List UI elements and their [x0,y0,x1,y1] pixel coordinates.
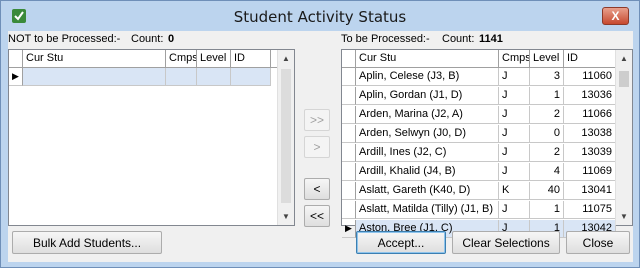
dialog-window: Student Activity Status X NOT to be Proc… [0,0,640,268]
not-processed-count-label: Count: [131,33,164,45]
table-row-empty[interactable]: ▶ [9,68,271,86]
row-indicator[interactable] [342,106,356,124]
cell-cmps[interactable]: K [499,182,530,200]
cell-level[interactable]: 1 [530,201,564,219]
to-process-grid-header: Cur Stu Cmps Level ID [342,50,632,68]
column-header-cmps[interactable]: Cmps [499,50,530,68]
column-header-cur-stu[interactable]: Cur Stu [356,50,499,68]
cell-level[interactable]: 2 [530,106,564,124]
cell-id[interactable]: 11069 [564,163,616,181]
scroll-up-icon[interactable]: ▲ [278,50,294,67]
row-indicator[interactable] [342,182,356,200]
not-processed-label: NOT to be Processed:- [8,33,121,45]
to-process-count-label: Count: [442,33,475,45]
scroll-track[interactable] [281,69,291,203]
cell-id[interactable]: 13039 [564,144,616,162]
window-title: Student Activity Status [233,8,407,26]
cell-level[interactable]: 3 [530,68,564,86]
table-row[interactable]: Aplin, Celese (J3, B) J 3 11060 [342,68,616,86]
cell-id[interactable]: 13038 [564,125,616,143]
to-process-label: To be Processed:- [341,33,430,45]
row-indicator[interactable] [342,201,356,219]
cell-name[interactable]: Ardill, Ines (J2, C) [356,144,499,162]
cell-name[interactable]: Arden, Selwyn (J0, D) [356,125,499,143]
scroll-down-icon[interactable]: ▼ [616,208,632,225]
scroll-thumb[interactable] [619,71,629,87]
column-header-level[interactable]: Level [530,50,564,68]
cell-level[interactable]: 2 [530,144,564,162]
cell-id[interactable]: 11075 [564,201,616,219]
column-header-id[interactable]: ID [564,50,616,68]
table-row[interactable]: Arden, Marina (J2, A) J 2 11066 [342,106,616,124]
scroll-down-icon[interactable]: ▼ [278,208,294,225]
cell-level[interactable]: 40 [530,182,564,200]
cell-name[interactable]: Aplin, Gordan (J1, D) [356,87,499,105]
move-left-button[interactable]: < [304,178,330,200]
cell-name[interactable]: Aslatt, Matilda (Tilly) (J1, B) [356,201,499,219]
cell-cmps[interactable]: J [499,106,530,124]
not-processed-count: 0 [168,33,175,45]
clear-selections-button[interactable]: Clear Selections [452,231,560,254]
table-row[interactable]: Aslatt, Matilda (Tilly) (J1, B) J 1 11075 [342,201,616,219]
bulk-add-students-button[interactable]: Bulk Add Students... [12,231,162,254]
cell-id[interactable]: 11066 [564,106,616,124]
cell-id[interactable]: 11060 [564,68,616,86]
cell-cmps[interactable]: J [499,125,530,143]
column-header-cmps[interactable]: Cmps [166,50,197,68]
cell-name[interactable]: Aplin, Celese (J3, B) [356,68,499,86]
to-process-scrollbar[interactable]: ▲ ▼ [615,50,632,225]
move-right-button[interactable]: > [304,136,330,158]
window-close-button[interactable]: X [602,7,629,25]
dialog-client-area: NOT to be Processed:- Count: 0 Cur Stu C… [8,31,633,262]
table-row[interactable]: Arden, Selwyn (J0, D) J 0 13038 [342,125,616,143]
row-indicator[interactable] [342,87,356,105]
column-header-level[interactable]: Level [197,50,231,68]
cell-cmps[interactable]: J [499,163,530,181]
cell-cmps[interactable]: J [499,201,530,219]
scroll-up-icon[interactable]: ▲ [616,50,632,67]
to-process-count: 1141 [479,33,503,45]
cell-name[interactable]: Arden, Marina (J2, A) [356,106,499,124]
not-processed-scrollbar[interactable]: ▲ ▼ [277,50,294,225]
move-all-left-button[interactable]: << [304,205,330,227]
move-all-right-button[interactable]: >> [304,109,330,131]
close-button[interactable]: Close [566,231,630,254]
row-pointer-icon[interactable]: ▶ [342,220,356,238]
cell-cmps[interactable]: J [499,144,530,162]
to-process-grid[interactable]: Cur Stu Cmps Level ID Aplin, Celese (J3,… [341,49,633,238]
cell-cmps[interactable]: J [499,68,530,86]
cell-name[interactable]: Ardill, Khalid (J4, B) [356,163,499,181]
cell-level[interactable]: 0 [530,125,564,143]
row-indicator[interactable] [342,144,356,162]
not-processed-grid-header: Cur Stu Cmps Level ID [9,50,294,68]
cell-id[interactable]: 13041 [564,182,616,200]
cell-cmps[interactable]: J [499,87,530,105]
close-icon: X [611,9,620,23]
cell-level[interactable]: 1 [530,87,564,105]
cell-level[interactable]: 4 [530,163,564,181]
row-indicator[interactable] [342,68,356,86]
title-bar[interactable]: Student Activity Status X [1,1,639,31]
table-row[interactable]: Ardill, Ines (J2, C) J 2 13039 [342,144,616,162]
row-indicator[interactable] [342,125,356,143]
accept-button[interactable]: Accept... [356,231,446,254]
table-row[interactable]: Aplin, Gordan (J1, D) J 1 13036 [342,87,616,105]
table-row[interactable]: Aslatt, Gareth (K40, D) K 40 13041 [342,182,616,200]
column-header-cur-stu[interactable]: Cur Stu [23,50,166,68]
table-row[interactable]: Ardill, Khalid (J4, B) J 4 11069 [342,163,616,181]
row-pointer-icon: ▶ [9,68,23,86]
not-processed-grid[interactable]: Cur Stu Cmps Level ID ▶ ▲ ▼ [8,49,295,226]
column-header-id[interactable]: ID [231,50,271,68]
cell-name[interactable]: Aslatt, Gareth (K40, D) [356,182,499,200]
cell-id[interactable]: 13036 [564,87,616,105]
row-indicator[interactable] [342,163,356,181]
